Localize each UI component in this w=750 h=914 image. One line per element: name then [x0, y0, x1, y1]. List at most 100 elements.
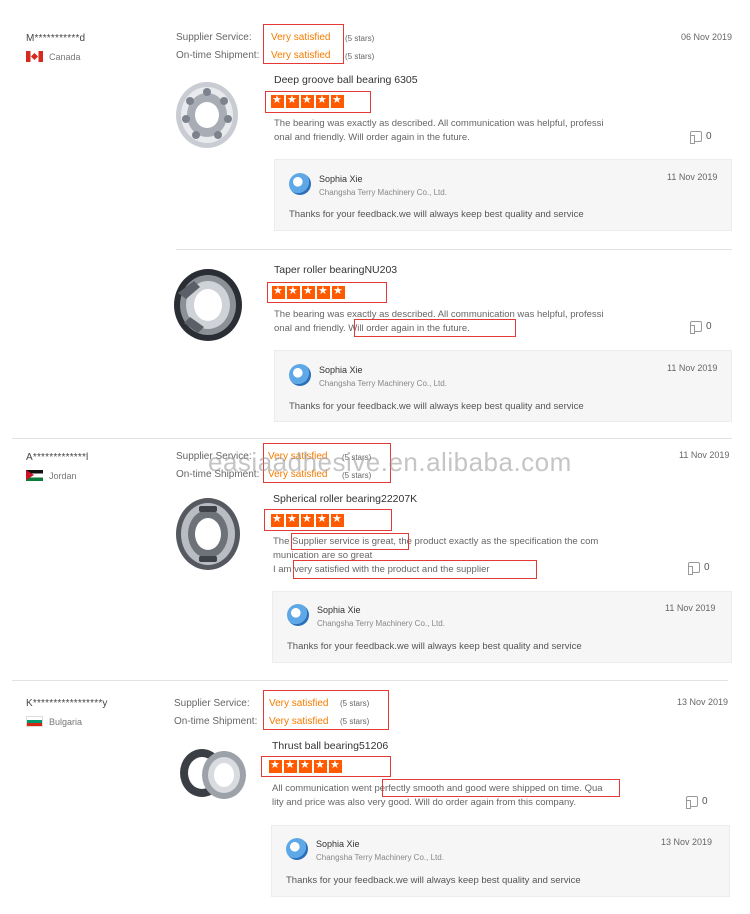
review-text-line: onal and friendly. Will order again in t…: [274, 132, 470, 143]
supplier-service-value: Very satisfied: [269, 698, 329, 709]
ontime-shipment-value: Very satisfied: [269, 716, 329, 727]
supplier-service-stars: (5 stars): [345, 34, 375, 43]
reply-text: Thanks for your feedback.we will always …: [287, 641, 582, 652]
rating-stars: [272, 285, 345, 299]
like-button[interactable]: 0: [688, 562, 710, 575]
star-icon: [286, 94, 299, 108]
seller-reply: Sophia Xie Changsha Terry Machinery Co.,…: [274, 350, 732, 422]
buyer-name: M***********d: [26, 33, 86, 44]
star-icon: [316, 94, 329, 108]
divider: [176, 249, 732, 250]
seller-avatar: [289, 364, 311, 386]
rating-stars: [271, 94, 344, 108]
country-label: Canada: [49, 51, 81, 62]
divider: [12, 438, 732, 439]
seller-company: Changsha Terry Machinery Co., Ltd.: [316, 853, 444, 862]
highlight-box: [293, 560, 537, 579]
bulgaria-flag-icon: [26, 716, 43, 727]
product-title[interactable]: Deep groove ball bearing 6305: [274, 74, 418, 86]
buyer-country: Bulgaria: [26, 716, 82, 727]
star-icon: [271, 513, 284, 527]
review-text-segment: I am: [273, 564, 292, 575]
star-icon: [331, 513, 344, 527]
ontime-shipment-stars: (5 stars): [345, 52, 375, 61]
like-button[interactable]: 0: [686, 796, 708, 809]
canada-flag-icon: [26, 51, 43, 62]
seller-reply: Sophia Xie Changsha Terry Machinery Co.,…: [274, 159, 732, 231]
seller-company: Changsha Terry Machinery Co., Ltd.: [319, 188, 447, 197]
star-icon: [317, 285, 330, 299]
star-icon: [314, 759, 327, 773]
product-image[interactable]: [176, 745, 252, 803]
product-image[interactable]: [172, 494, 244, 574]
star-icon: [269, 759, 282, 773]
reply-text: Thanks for your feedback.we will always …: [289, 209, 584, 220]
seller-name: Sophia Xie: [319, 365, 363, 375]
rating-stars: [271, 513, 344, 527]
ontime-shipment-stars: (5 stars): [340, 717, 370, 726]
review-date: 13 Nov 2019: [677, 697, 729, 707]
seller-avatar: [289, 173, 311, 195]
star-icon: [316, 513, 329, 527]
highlight-box: [291, 533, 409, 550]
seller-name: Sophia Xie: [316, 839, 360, 849]
seller-name: Sophia Xie: [317, 605, 361, 615]
seller-company: Changsha Terry Machinery Co., Ltd.: [317, 619, 445, 628]
divider: [12, 680, 728, 681]
seller-name: Sophia Xie: [319, 174, 363, 184]
product-image[interactable]: [164, 263, 248, 345]
thumbs-up-icon: [686, 796, 698, 809]
star-icon: [301, 94, 314, 108]
seller-reply: Sophia Xie Changsha Terry Machinery Co.,…: [272, 591, 732, 663]
product-title[interactable]: Spherical roller bearing22207K: [273, 493, 417, 505]
buyer-country: Jordan: [26, 470, 77, 481]
review-date: 06 Nov 2019: [681, 32, 733, 42]
supplier-service-stars: (5 stars): [340, 699, 370, 708]
review-text-segment: The: [273, 536, 290, 547]
product-title[interactable]: Thrust ball bearing51206: [272, 740, 388, 752]
reply-date: 11 Nov 2019: [667, 363, 718, 373]
seller-reply: Sophia Xie Changsha Terry Machinery Co.,…: [271, 825, 730, 897]
star-icon: [299, 759, 312, 773]
supplier-service-value: Very satisfied: [271, 32, 331, 43]
review-text: The bearing was exactly as described. Al…: [274, 117, 646, 145]
star-icon: [287, 285, 300, 299]
buyer-country: Canada: [26, 51, 81, 62]
review-text-line: lity and price was also very good. Will …: [272, 797, 576, 808]
buyer-name: A*************l: [26, 452, 89, 463]
ontime-shipment-value: Very satisfied: [271, 50, 331, 61]
like-button[interactable]: 0: [690, 131, 712, 144]
jordan-flag-icon: [26, 470, 43, 481]
star-icon: [286, 513, 299, 527]
seller-avatar: [286, 838, 308, 860]
country-label: Jordan: [49, 470, 77, 481]
thumbs-up-icon: [688, 562, 700, 575]
thumbs-up-icon: [690, 131, 702, 144]
star-icon: [302, 285, 315, 299]
product-title[interactable]: Taper roller bearingNU203: [274, 264, 397, 276]
star-icon: [284, 759, 297, 773]
supplier-service-label: Supplier Service:: [174, 698, 250, 709]
review-text-segment: onal and friendly.: [274, 323, 346, 334]
country-label: Bulgaria: [49, 716, 83, 727]
star-icon: [332, 285, 345, 299]
seller-company: Changsha Terry Machinery Co., Ltd.: [319, 379, 447, 388]
reply-date: 11 Nov 2019: [667, 172, 718, 182]
ontime-shipment-label: On-time Shipment:: [174, 716, 258, 727]
star-icon: [329, 759, 342, 773]
like-count: 0: [702, 796, 708, 807]
rating-stars: [269, 759, 342, 773]
like-count: 0: [706, 131, 712, 142]
watermark: easiaadhesive.en.alibaba.com: [208, 447, 572, 477]
like-count: 0: [704, 562, 710, 573]
star-icon: [301, 513, 314, 527]
highlight-box: [354, 319, 516, 337]
reply-text: Thanks for your feedback.we will always …: [289, 401, 584, 412]
star-icon: [271, 94, 284, 108]
thumbs-up-icon: [690, 321, 702, 334]
product-image[interactable]: [172, 77, 242, 153]
supplier-service-label: Supplier Service:: [176, 32, 252, 43]
like-button[interactable]: 0: [690, 321, 712, 334]
star-icon: [331, 94, 344, 108]
review-date: 11 Nov 2019: [679, 450, 730, 460]
